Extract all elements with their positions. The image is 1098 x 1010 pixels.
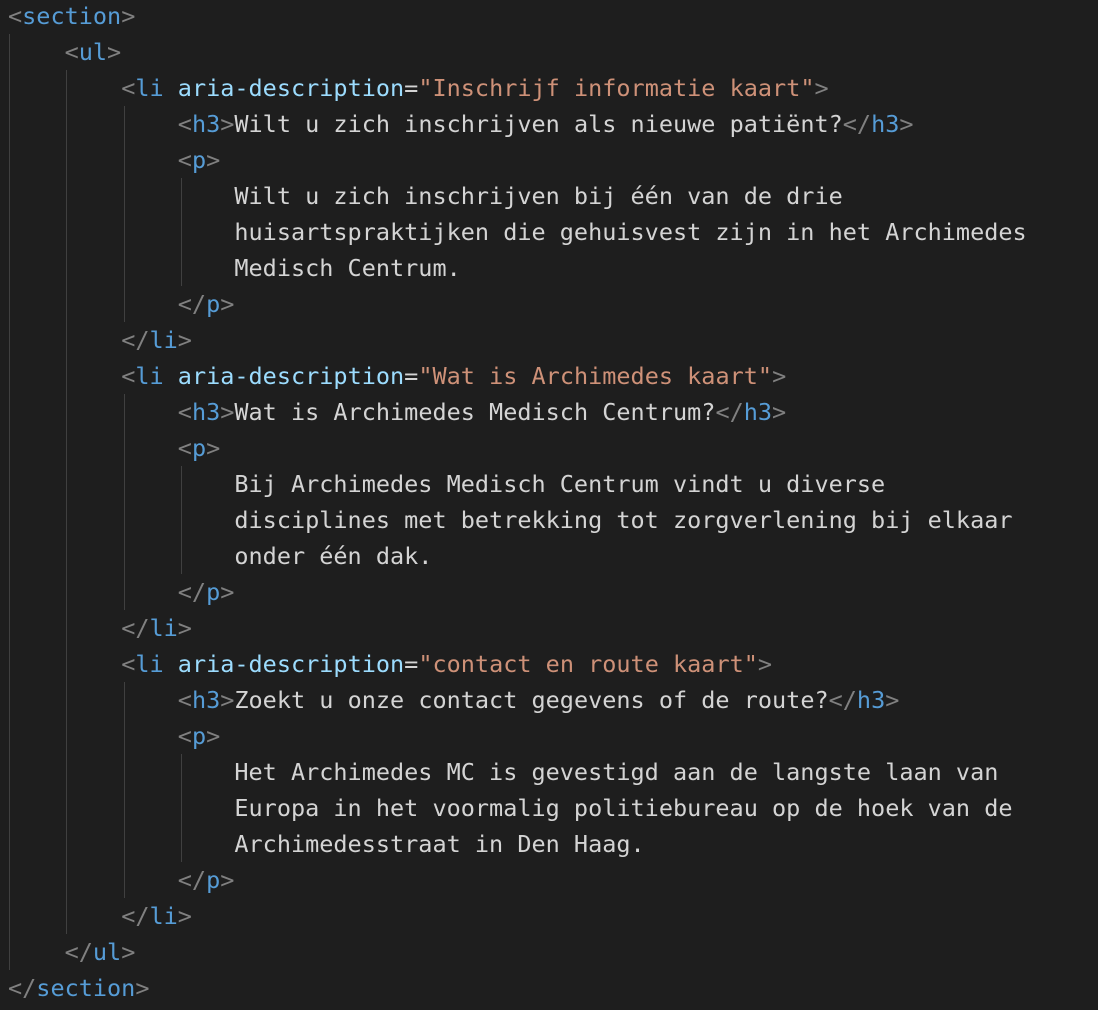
- tag-name: ul: [78, 38, 108, 66]
- tag-name: section: [22, 2, 122, 30]
- tag-name: p: [206, 578, 221, 606]
- paragraph-text: Het Archimedes MC is gevestigd aan de la…: [234, 758, 999, 786]
- paragraph-text: disciplines met betrekking tot zorgverle…: [234, 506, 1013, 534]
- heading-text: Zoekt u onze contact gegevens of de rout…: [234, 686, 829, 714]
- tag-name: p: [206, 866, 221, 894]
- tag-name: li: [135, 650, 164, 678]
- tag-name: li: [149, 326, 178, 354]
- paragraph-text: Europa in het voormalig politiebureau op…: [234, 794, 1013, 822]
- paragraph-text: onder één dak.: [234, 542, 433, 570]
- tag-name: h3: [871, 110, 900, 138]
- attribute-name: aria-description: [177, 362, 405, 390]
- code-line: </p>: [177, 578, 235, 606]
- code-line: Wilt u zich inschrijven bij één van de d…: [8, 178, 843, 214]
- tag-name: li: [149, 902, 178, 930]
- code-line: <ul>: [64, 38, 122, 66]
- attribute-value: contact en route kaart: [432, 650, 744, 678]
- code-line: <p>: [177, 146, 221, 174]
- tag-name: h3: [191, 398, 221, 426]
- code-line: </p>: [177, 290, 235, 318]
- code-line: <h3>Zoekt u onze contact gegevens of de …: [177, 686, 900, 714]
- heading-text: Wilt u zich inschrijven als nieuwe patië…: [234, 110, 843, 138]
- code-line: onder één dak.: [8, 538, 432, 574]
- paragraph-text: Archimedesstraat in Den Haag.: [234, 830, 645, 858]
- paragraph-text: Wilt u zich inschrijven bij één van de d…: [234, 182, 843, 210]
- tag-name: p: [191, 146, 207, 174]
- code-line: </ul>: [64, 938, 136, 966]
- code-line: </section>: [8, 974, 150, 1002]
- attribute-name: aria-description: [177, 650, 405, 678]
- code-line: Archimedesstraat in Den Haag.: [8, 826, 645, 862]
- code-line: </li>: [121, 614, 192, 642]
- code-line: <li aria-description="Wat is Archimedes …: [121, 362, 787, 390]
- code-editor[interactable]: <section> <ul> <li aria-description="Ins…: [0, 0, 1098, 1010]
- code-line: </li>: [121, 326, 192, 354]
- tag-name: p: [206, 290, 221, 318]
- attribute-value: Inschrijf informatie kaart: [432, 74, 801, 102]
- code-line: <li aria-description="contact en route k…: [121, 650, 773, 678]
- tag-name: h3: [191, 686, 221, 714]
- tag-name: ul: [92, 938, 122, 966]
- attribute-name: aria-description: [177, 74, 405, 102]
- tag-name: h3: [743, 398, 773, 426]
- code-line: </li>: [121, 902, 192, 930]
- tag-name: li: [135, 74, 164, 102]
- code-line: huisartspraktijken die gehuisvest zijn i…: [8, 214, 1027, 250]
- code-line: <p>: [177, 434, 221, 462]
- tag-name: h3: [856, 686, 886, 714]
- code-line: <h3>Wilt u zich inschrijven als nieuwe p…: [177, 110, 914, 138]
- tag-name: section: [36, 974, 136, 1002]
- code-line: <li aria-description="Inschrijf informat…: [121, 74, 829, 102]
- tag-name: p: [191, 434, 207, 462]
- code-line: Europa in het voormalig politiebureau op…: [8, 790, 1013, 826]
- tag-name: h3: [191, 110, 221, 138]
- code-line: Medisch Centrum.: [8, 250, 461, 286]
- paragraph-text: Medisch Centrum.: [234, 254, 461, 282]
- attribute-value: Wat is Archimedes kaart: [432, 362, 758, 390]
- tag-name: li: [135, 362, 164, 390]
- code-line: <section>: [8, 2, 136, 30]
- paragraph-text: Bij Archimedes Medisch Centrum vindt u d…: [234, 470, 886, 498]
- code-line: </p>: [177, 866, 235, 894]
- code-line: <h3>Wat is Archimedes Medisch Centrum?</…: [177, 398, 787, 426]
- code-line: Bij Archimedes Medisch Centrum vindt u d…: [8, 466, 885, 502]
- tag-name: p: [191, 722, 207, 750]
- code-line: Het Archimedes MC is gevestigd aan de la…: [8, 754, 998, 790]
- heading-text: Wat is Archimedes Medisch Centrum?: [234, 398, 716, 426]
- code-line: <p>: [177, 722, 221, 750]
- tag-name: li: [149, 614, 178, 642]
- code-line: disciplines met betrekking tot zorgverle…: [8, 502, 1013, 538]
- paragraph-text: huisartspraktijken die gehuisvest zijn i…: [234, 218, 1027, 246]
